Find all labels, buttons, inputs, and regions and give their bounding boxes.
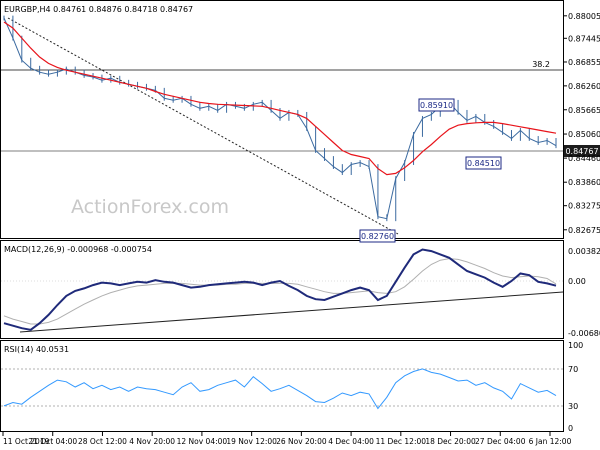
callout-low-label: 0.82760 — [361, 232, 394, 241]
time-tick-label: 19 Nov 12:00 — [226, 437, 277, 446]
macd-scale-bottom: -0.006803 — [568, 329, 600, 338]
macd-scale-top: 0.00382 — [568, 247, 600, 256]
time-tick-label: 11 Dec 12:00 — [376, 437, 427, 446]
price-tick-label: 0.85665 — [568, 106, 600, 115]
time-tick-label: 18 Dec 20:00 — [425, 437, 476, 446]
rsi-panel-header: RSI(14) 40.0531 — [4, 345, 69, 354]
price-tick-label: 0.83860 — [568, 178, 600, 187]
rsi-panel-frame — [0, 340, 564, 432]
macd-panel-header: MACD(12,26,9) -0.000968 -0.000754 — [4, 245, 152, 254]
rsi-scale-100: 100 — [568, 341, 583, 350]
price-tick-label: 0.82675 — [568, 226, 600, 235]
time-tick-label: 12 Nov 04:00 — [177, 437, 228, 446]
time-tick-label: 21 Oct 04:00 — [28, 437, 77, 446]
time-tick-label: 4 Nov 20:00 — [129, 437, 175, 446]
price-tick-label: 0.86260 — [568, 82, 600, 91]
price-axis: 0.88005 0.87445 0.86855 0.86260 0.85665 0.850… — [563, 12, 600, 235]
macd-panel-frame — [0, 240, 564, 339]
watermark-text: ActionForex.com — [71, 196, 229, 218]
rsi-scale-0: 0 — [568, 424, 573, 433]
price-tick-label: 0.86855 — [568, 58, 600, 67]
time-axis: 11 Oct 201921 Oct 04:00 28 Oct 12:00 4 Nov… — [2, 432, 572, 446]
price-tick-label: 0.88005 — [568, 12, 600, 21]
price-tick-label: 0.84460 — [568, 154, 600, 163]
time-tick-label: 4 Dec 04:00 — [328, 437, 374, 446]
rsi-scale-30: 30 — [568, 402, 578, 411]
chart-canvas: ActionForex.com 38.2 EURGBP,H4 0.84761 0… — [0, 0, 600, 446]
callout-swing-label: 0.84510 — [467, 159, 500, 168]
macd-scale-zero: 0.00 — [568, 277, 586, 286]
fib-38-label: 38.2 — [532, 60, 550, 69]
price-tick-label: 0.85060 — [568, 130, 600, 139]
callout-high-label: 0.85910 — [420, 101, 453, 110]
price-panel-header: EURGBP,H4 0.84761 0.84876 0.84718 0.8476… — [4, 5, 193, 14]
time-tick-label: 28 Oct 12:00 — [78, 437, 127, 446]
rsi-scale-70: 70 — [568, 365, 578, 374]
time-tick-label: 6 Jan 12:00 — [529, 437, 572, 446]
price-tick-label: 0.83275 — [568, 202, 600, 211]
time-tick-label: 27 Dec 04:00 — [475, 437, 526, 446]
price-tick-label: 0.87445 — [568, 34, 600, 43]
time-tick-label: 26 Nov 20:00 — [276, 437, 327, 446]
